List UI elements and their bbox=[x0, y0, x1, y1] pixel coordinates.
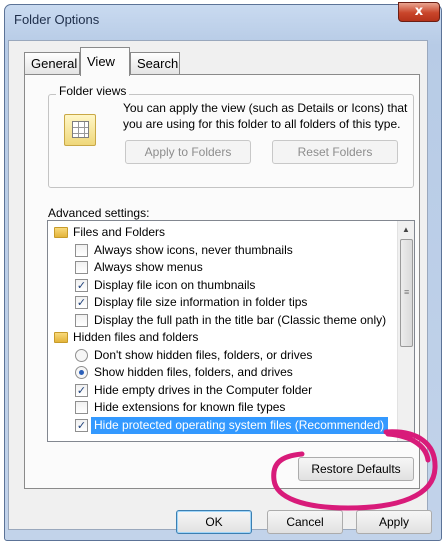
checkbox-checked-icon[interactable]: ✓ bbox=[75, 278, 88, 292]
radio-icon[interactable] bbox=[75, 348, 88, 362]
checkbox-icon[interactable] bbox=[75, 313, 88, 327]
settings-option[interactable]: Always show menus bbox=[48, 259, 398, 276]
checkbox-checked-icon[interactable]: ✓ bbox=[75, 418, 88, 432]
advanced-settings-label: Advanced settings: bbox=[48, 206, 150, 220]
restore-defaults-button[interactable]: Restore Defaults bbox=[298, 457, 414, 481]
settings-option[interactable]: Hide extensions for known file types bbox=[48, 399, 398, 416]
settings-option-label: Show hidden files, folders, and drives bbox=[94, 365, 293, 379]
settings-option-label: Files and Folders bbox=[73, 225, 166, 239]
settings-option-label: Hide empty drives in the Computer folder bbox=[94, 382, 313, 397]
tab-view[interactable]: View bbox=[80, 47, 130, 76]
settings-option-label: Hide extensions for known file types bbox=[94, 400, 286, 414]
ok-button[interactable]: OK bbox=[176, 510, 252, 534]
apply-button[interactable]: Apply bbox=[356, 510, 432, 534]
folder-icon bbox=[54, 332, 68, 343]
settings-option[interactable]: ✓ Hide empty drives in the Computer folde… bbox=[48, 382, 398, 399]
settings-option-label: Display the full path in the title bar (… bbox=[94, 312, 387, 327]
radio-selected-icon[interactable] bbox=[75, 366, 88, 379]
checkbox-checked-icon[interactable]: ✓ bbox=[75, 296, 88, 309]
folder-views-legend: Folder views bbox=[56, 84, 130, 98]
tab-search[interactable]: Search bbox=[130, 52, 180, 74]
checkbox-icon[interactable] bbox=[75, 401, 88, 414]
settings-option[interactable]: ✓ Hide protected operating system files (… bbox=[48, 416, 398, 434]
settings-option[interactable]: Always show icons, never thumbnails bbox=[48, 242, 398, 259]
tab-general[interactable]: General bbox=[24, 52, 80, 74]
settings-option-label: Always show icons, never thumbnails bbox=[94, 242, 293, 257]
list-scrollbar[interactable]: ▲ ≡ bbox=[397, 221, 414, 441]
close-button[interactable]: x bbox=[398, 2, 440, 22]
scroll-up-arrow-icon[interactable]: ▲ bbox=[398, 221, 414, 238]
settings-option-label: Hidden files and folders bbox=[73, 330, 199, 344]
scrollbar-thumb[interactable]: ≡ bbox=[400, 239, 413, 347]
settings-option-label: Hide protected operating system files (R… bbox=[94, 417, 385, 432]
settings-category: Hidden files and folders bbox=[48, 329, 398, 346]
settings-option-label: Don't show hidden files, folders, or dri… bbox=[94, 347, 313, 362]
scrollbar-grip-icon: ≡ bbox=[404, 287, 410, 297]
reset-folders-button[interactable]: Reset Folders bbox=[272, 140, 398, 164]
folder-views-description: You can apply the view (such as Details … bbox=[123, 101, 408, 131]
settings-option[interactable]: Display the full path in the title bar (… bbox=[48, 312, 398, 329]
settings-option[interactable]: ✓ Display file icon on thumbnails bbox=[48, 277, 398, 294]
window-title: Folder Options bbox=[14, 12, 100, 27]
settings-option-label: Always show menus bbox=[94, 260, 203, 274]
settings-option[interactable]: Don't show hidden files, folders, or dri… bbox=[48, 347, 398, 364]
checkbox-icon[interactable] bbox=[75, 261, 88, 274]
settings-option[interactable]: Show hidden files, folders, and drives bbox=[48, 364, 398, 381]
folder-icon bbox=[54, 227, 68, 238]
settings-option-label: Display file icon on thumbnails bbox=[94, 277, 256, 292]
settings-option[interactable]: ✓ Display file size information in folder… bbox=[48, 294, 398, 311]
settings-option-label: Display file size information in folder … bbox=[94, 295, 308, 309]
cancel-button[interactable]: Cancel bbox=[267, 510, 343, 534]
apply-to-folders-button[interactable]: Apply to Folders bbox=[125, 140, 251, 164]
folder-views-icon bbox=[64, 114, 96, 146]
checkbox-icon[interactable] bbox=[75, 243, 88, 257]
advanced-settings-list[interactable]: Files and Folders Always show icons, neve… bbox=[47, 220, 415, 442]
settings-category: Files and Folders bbox=[48, 224, 398, 241]
checkbox-checked-icon[interactable]: ✓ bbox=[75, 383, 88, 397]
